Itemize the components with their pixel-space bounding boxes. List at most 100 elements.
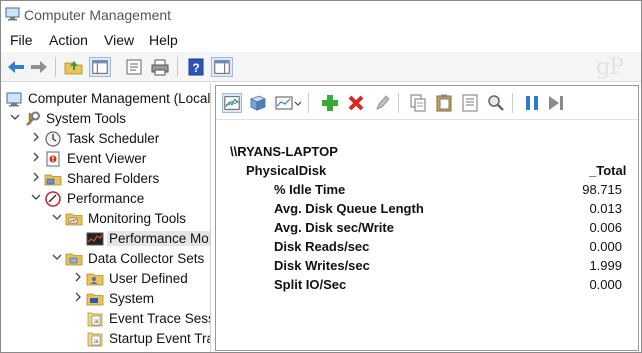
tree-item-performance-monitor[interactable]: Performance Mo (72, 229, 210, 249)
counter-value: 0.000 (589, 277, 622, 292)
toolbar-separator (308, 93, 309, 113)
properties-icon[interactable] (460, 93, 480, 113)
trace-document-icon: 10 (87, 312, 103, 327)
update-data-icon[interactable] (546, 93, 566, 113)
svg-text:?: ? (192, 61, 199, 75)
chevron-down-icon[interactable] (51, 211, 63, 223)
tree-item-label: Shared Folders (67, 171, 160, 186)
back-arrow-icon[interactable] (5, 57, 27, 77)
folder-icon (65, 213, 83, 226)
toolbar-separator (177, 57, 178, 77)
watermark-logo: gP (596, 55, 624, 80)
computer-management-app-icon (5, 7, 20, 21)
performance-monitor-pane: \\RYANS-LAPTOP PhysicalDisk _Total % Idl… (215, 85, 639, 351)
chevron-right-icon[interactable] (30, 131, 42, 143)
counter-row[interactable]: Avg. Disk Queue Length 0.013 (216, 201, 638, 220)
report-instance-header: _Total (589, 163, 627, 178)
clear-display-icon[interactable] (248, 93, 268, 113)
menu-help[interactable]: Help (149, 32, 178, 48)
tree-item-data-collector-sets[interactable]: Data Collector Sets (51, 249, 209, 269)
menu-action[interactable]: Action (49, 32, 88, 48)
counter-value: 98.715 (582, 182, 622, 197)
tree-item-label: System Tools (46, 111, 127, 126)
paste-counter-list-icon[interactable] (434, 93, 454, 113)
menu-bar: File Action View Help (1, 29, 641, 51)
tree-item-label: Startup Event Tra (109, 331, 211, 346)
counter-row[interactable]: Disk Writes/sec 1.999 (216, 258, 638, 277)
view-graph-icon[interactable] (222, 93, 242, 113)
help-icon[interactable]: ? (185, 57, 207, 77)
chevron-right-icon[interactable] (72, 271, 84, 283)
counter-name: Avg. Disk Queue Length (274, 201, 424, 216)
change-graph-type-icon[interactable] (274, 93, 302, 113)
show-hide-action-pane-icon[interactable] (211, 57, 233, 77)
counter-name: Disk Reads/sec (274, 239, 370, 254)
tree-item-label: Task Scheduler (67, 131, 160, 146)
system-tools-icon (26, 111, 40, 126)
tree-item-label: Computer Management (Local) (28, 91, 211, 106)
svg-text:10: 10 (94, 319, 99, 324)
toolbar-separator (55, 57, 56, 77)
tree-item-monitoring-tools[interactable]: Monitoring Tools (51, 209, 209, 229)
chevron-down-icon[interactable] (30, 191, 42, 203)
counter-row[interactable]: % Idle Time 98.715 (216, 182, 638, 201)
report-object-name: PhysicalDisk (246, 163, 327, 178)
chevron-down-icon[interactable] (9, 111, 21, 123)
counter-name: % Idle Time (274, 182, 346, 197)
computer-management-window: Computer Management File Action View Hel… (0, 0, 642, 353)
event-viewer-icon (46, 151, 60, 167)
show-hide-tree-icon[interactable] (89, 57, 111, 77)
tree-item-system-tools[interactable]: System Tools (9, 109, 209, 129)
counter-value: 0.000 (589, 239, 622, 254)
counter-name: Split IO/Sec (274, 277, 347, 292)
chevron-right-icon[interactable] (30, 171, 42, 183)
report-view: \\RYANS-LAPTOP PhysicalDisk _Total % Idl… (216, 121, 638, 350)
tree-item-label: User Defined (109, 271, 188, 286)
zoom-icon[interactable] (486, 93, 506, 113)
copy-properties-icon[interactable] (408, 93, 428, 113)
counter-name: Avg. Disk sec/Write (274, 220, 394, 235)
chevron-right-icon[interactable] (72, 291, 84, 303)
freeze-display-icon[interactable] (522, 93, 542, 113)
tree-item-system[interactable]: System (72, 289, 209, 309)
delete-counter-icon[interactable] (346, 93, 366, 113)
counter-value: 0.013 (589, 201, 622, 216)
counter-row[interactable]: Split IO/Sec 0.000 (216, 277, 638, 296)
tree-item-startup-event-trace-sessions[interactable]: 10 Startup Event Tra (72, 329, 211, 349)
navigation-tree: Computer Management (Local) System Tools… (1, 83, 211, 352)
main-toolbar: ? gP (1, 52, 641, 82)
user-folder-icon (86, 273, 104, 286)
counter-value: 1.999 (589, 258, 622, 273)
tree-item-performance[interactable]: Performance (30, 189, 209, 209)
chevron-right-icon[interactable] (30, 151, 42, 163)
performance-icon (45, 191, 61, 207)
tree-item-label: Event Trace Sessi (109, 311, 211, 326)
tree-item-task-scheduler[interactable]: Task Scheduler (30, 129, 209, 149)
tree-item-label: Event Viewer (67, 151, 147, 166)
up-folder-icon[interactable] (63, 57, 85, 77)
tree-item-event-viewer[interactable]: Event Viewer (30, 149, 209, 169)
title-bar: Computer Management (1, 1, 641, 29)
tree-item-shared-folders[interactable]: Shared Folders (30, 169, 209, 189)
print-icon[interactable] (149, 57, 171, 77)
properties-icon[interactable] (123, 57, 145, 77)
counter-row[interactable]: Avg. Disk sec/Write 0.006 (216, 220, 638, 239)
add-counter-icon[interactable] (320, 93, 340, 113)
menu-file[interactable]: File (10, 32, 33, 48)
counter-name: Disk Writes/sec (274, 258, 370, 273)
tree-item-computer-management[interactable]: Computer Management (Local) (3, 89, 211, 109)
chevron-down-icon[interactable] (51, 251, 63, 263)
window-title: Computer Management (24, 7, 172, 23)
counter-row[interactable]: Disk Reads/sec 0.000 (216, 239, 638, 258)
folder-icon (65, 253, 83, 266)
highlight-icon[interactable] (372, 93, 392, 113)
tree-item-user-defined[interactable]: User Defined (72, 269, 209, 289)
trace-document-icon: 10 (87, 332, 103, 347)
forward-arrow-icon[interactable] (28, 57, 50, 77)
clock-icon (45, 131, 61, 147)
svg-text:10: 10 (94, 339, 99, 344)
tree-item-event-trace-sessions[interactable]: 10 Event Trace Sessi (72, 309, 211, 329)
counter-value: 0.006 (589, 220, 622, 235)
tree-item-label: Performance (67, 191, 145, 206)
menu-view[interactable]: View (104, 32, 134, 48)
